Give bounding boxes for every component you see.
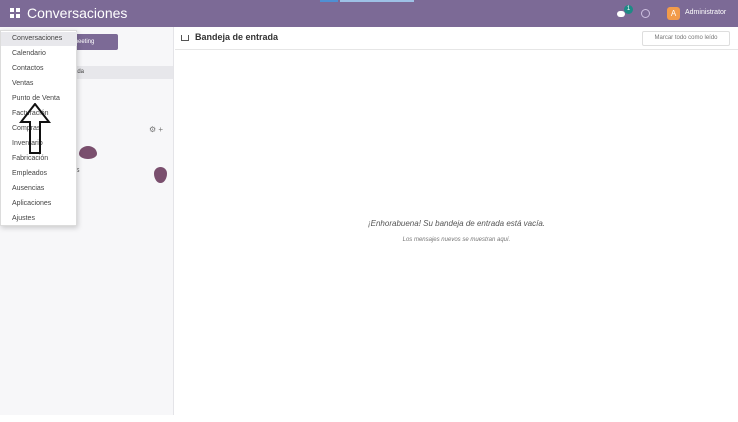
menu-item-aplicaciones[interactable]: Aplicaciones [1,197,77,211]
menu-item-empleados[interactable]: Empleados [1,167,77,181]
main-header: Bandeja de entrada Marcar todo como leíd… [175,27,738,50]
menu-item-calendario[interactable]: Calendario [1,47,77,61]
user-name: Administrator [685,9,727,16]
avatar: A [667,7,680,20]
decorative-drop-shape [154,167,167,183]
menu-item-ajustes[interactable]: Ajustes [1,212,77,226]
menu-item-ausencias[interactable]: Ausencias [1,182,77,196]
up-arrow-annotation-icon [19,103,51,154]
page-bottom-edge [0,415,738,422]
decorative-drop-shape [79,146,97,159]
inbox-icon [181,35,189,41]
loading-indicator [320,0,414,2]
top-navbar: Conversaciones 1 A Administrator [0,0,738,27]
page-title: Bandeja de entrada [195,32,279,42]
messages-count-badge: 1 [624,5,633,14]
menu-item-ventas[interactable]: Ventas [1,77,77,91]
app-title: Conversaciones [27,5,128,21]
activity-clock-icon[interactable] [641,9,650,18]
mark-all-read-button[interactable]: Marcar todo como leído [642,31,730,46]
empty-inbox-title: ¡Enhorabuena! Su bandeja de entrada está… [367,219,546,228]
apps-grid-icon[interactable] [10,8,21,19]
menu-item-conversaciones[interactable]: Conversaciones [1,32,77,46]
empty-inbox-subtitle: Los mensajes nuevos se muestran aquí. [402,237,511,243]
menu-item-contactos[interactable]: Contactos [1,62,77,76]
channels-actions[interactable]: ⚙ + [149,125,163,134]
